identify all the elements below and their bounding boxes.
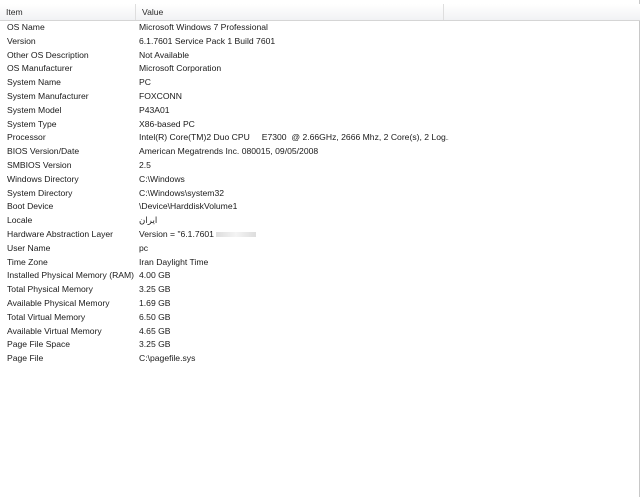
item-label: System Name [7, 77, 61, 88]
redacted-text [215, 232, 256, 238]
list-row-system-name[interactable]: System Name PC [0, 76, 640, 90]
item-label: Time Zone [7, 256, 48, 267]
list-row-os-name[interactable]: OS Name Microsoft Windows 7 Professional [0, 21, 640, 35]
item-label: Available Virtual Memory [7, 325, 102, 336]
item-label: Total Physical Memory [7, 284, 93, 295]
list-row-total-virtual-memory[interactable]: Total Virtual Memory 6.50 GB [0, 311, 640, 325]
system-summary-list[interactable]: Item Value OS Name Microsoft Windows 7 Pr… [0, 0, 640, 497]
item-label: Total Virtual Memory [7, 311, 86, 322]
item-value: Version = "6.1.7601 [139, 228, 214, 239]
item-value: C:\Windows [139, 173, 185, 184]
list-header: Item Value [0, 4, 640, 21]
item-value: Microsoft Windows 7 Professional [139, 22, 268, 32]
list-row-installed-physical-memory[interactable]: Installed Physical Memory (RAM) 4.00 GB [0, 269, 640, 283]
item-value: FOXCONN [139, 90, 182, 101]
column-header-item[interactable]: Item [0, 4, 136, 20]
list-row-page-file[interactable]: Page File C:\pagefile.sys [0, 352, 640, 366]
item-value: Microsoft Corporation [139, 63, 222, 74]
item-value: X86-based PC [139, 118, 195, 129]
item-value: Not Available [139, 49, 190, 60]
list-row-processor[interactable]: Processor Intel(R) Core(TM)2 Duo CPU E730… [0, 131, 640, 145]
list-row-boot-device[interactable]: Boot Device \Device\HarddiskVolume1 [0, 200, 640, 214]
list-row-page-file-space[interactable]: Page File Space 3.25 GB [0, 338, 640, 352]
list-row-system-model[interactable]: System Model P43A01 [0, 104, 640, 118]
item-label: System Directory [7, 187, 73, 198]
item-label: Boot Device [7, 201, 54, 212]
item-label: Available Physical Memory [7, 297, 110, 308]
item-value: C:\pagefile.sys [139, 353, 196, 364]
item-value: P43A01 [139, 104, 170, 115]
item-value: Intel(R) Core(TM)2 Duo CPU E7300 @ 2.66G… [139, 132, 449, 143]
item-label: SMBIOS Version [7, 159, 72, 170]
item-value: 6.50 GB [139, 311, 171, 322]
list-row-locale[interactable]: Locale ایران [0, 214, 640, 228]
item-value: C:\Windows\system32 [139, 187, 225, 198]
list-row-available-physical-memory[interactable]: Available Physical Memory 1.69 GB [0, 297, 640, 311]
column-header-value[interactable]: Value [136, 4, 444, 20]
item-label: System Type [7, 118, 57, 129]
list-row-system-manufacturer[interactable]: System Manufacturer FOXCONN [0, 90, 640, 104]
list-row-bios-version-date[interactable]: BIOS Version/Date American Megatrends Inc… [0, 145, 640, 159]
item-value: Iran Daylight Time [139, 256, 209, 267]
item-value: PC [139, 77, 151, 88]
list-row-hardware-abstraction-layer[interactable]: Hardware Abstraction Layer Version = "6.1… [0, 228, 640, 242]
item-label: System Model [7, 104, 62, 115]
item-value: \Device\HarddiskVolume1 [139, 201, 238, 212]
list-row-time-zone[interactable]: Time Zone Iran Daylight Time [0, 256, 640, 270]
item-value: 4.65 GB [139, 325, 171, 336]
list-row-windows-directory[interactable]: Windows Directory C:\Windows [0, 173, 640, 187]
item-value: 4.00 GB [139, 270, 171, 281]
list-row-system-directory[interactable]: System Directory C:\Windows\system32 [0, 187, 640, 201]
item-value: pc [139, 242, 149, 253]
item-label: Page File [7, 353, 44, 364]
item-label: BIOS Version/Date [7, 146, 80, 157]
list-row-available-virtual-memory[interactable]: Available Virtual Memory 4.65 GB [0, 325, 640, 339]
item-label: Windows Directory [7, 173, 79, 184]
item-label: Installed Physical Memory (RAM) [7, 270, 135, 281]
item-label: Processor [7, 132, 46, 143]
list-rows: OS Name Microsoft Windows 7 Professional … [0, 21, 640, 366]
item-value: American Megatrends Inc. 080015, 09/05/2… [139, 146, 319, 157]
item-label: Hardware Abstraction Layer [7, 228, 114, 239]
list-row-other-os-description[interactable]: Other OS Description Not Available [0, 49, 640, 63]
item-label: OS Manufacturer [7, 63, 73, 74]
item-value: 3.25 GB [139, 284, 171, 295]
item-value: 3.25 GB [139, 339, 171, 350]
list-row-system-type[interactable]: System Type X86-based PC [0, 118, 640, 132]
item-value: ایران [139, 215, 158, 226]
item-value: 6.1.7601 Service Pack 1 Build 7601 [139, 35, 276, 46]
item-label: Other OS Description [7, 49, 89, 60]
item-value: 1.69 GB [139, 297, 171, 308]
item-label: User Name [7, 242, 51, 253]
list-row-user-name[interactable]: User Name pc [0, 242, 640, 256]
item-label: System Manufacturer [7, 90, 89, 101]
item-value-wrapper: Version = "6.1.7601 [139, 228, 449, 242]
item-label: Page File Space [7, 339, 71, 350]
item-label: Version [7, 35, 36, 46]
item-label: Locale [7, 215, 33, 226]
list-row-os-manufacturer[interactable]: OS Manufacturer Microsoft Corporation [0, 62, 640, 76]
list-row-version[interactable]: Version 6.1.7601 Service Pack 1 Build 760… [0, 35, 640, 49]
list-row-smbios-version[interactable]: SMBIOS Version 2.5 [0, 159, 640, 173]
item-label: OS Name [7, 22, 45, 32]
item-value: 2.5 [139, 159, 151, 170]
list-row-total-physical-memory[interactable]: Total Physical Memory 3.25 GB [0, 283, 640, 297]
